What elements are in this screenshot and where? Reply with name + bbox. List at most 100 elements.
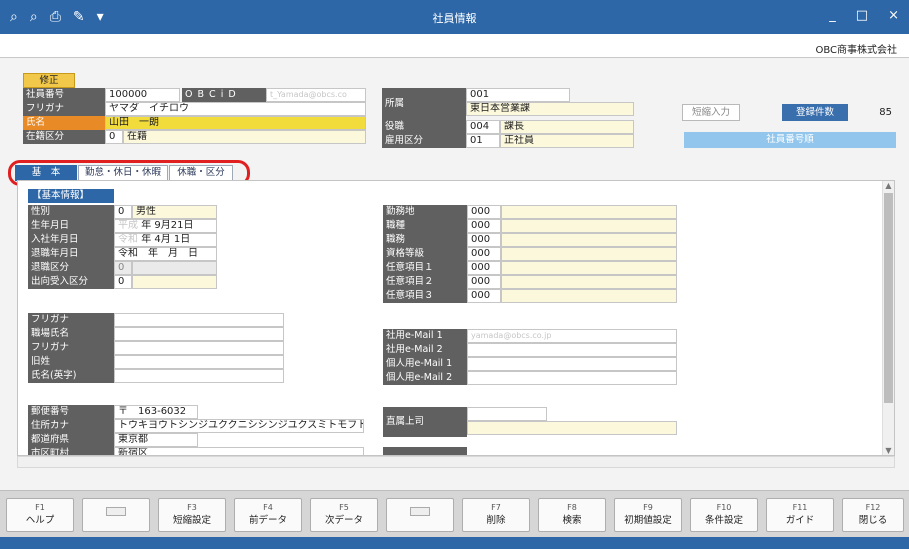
gender-code-field[interactable]: 0 bbox=[114, 205, 132, 219]
f11-guide-button[interactable]: F11 ガイド bbox=[766, 498, 834, 532]
f7-delete-button[interactable]: F7 削除 bbox=[462, 498, 530, 532]
gender-label: 性別 bbox=[28, 205, 114, 219]
birth-era: 平成 bbox=[118, 220, 138, 231]
fkey-code: F3 bbox=[187, 503, 197, 512]
maximize-icon[interactable]: □ bbox=[856, 8, 868, 23]
scroll-down-icon[interactable]: ▼ bbox=[883, 446, 894, 455]
birth-field[interactable]: 平成 年 9月21日 bbox=[114, 219, 217, 233]
obcid-field[interactable]: t_Yamada@obcs.co bbox=[266, 88, 366, 102]
emp-no-label: 社員番号 bbox=[23, 88, 105, 102]
kana-label: フリガナ bbox=[23, 102, 105, 116]
dept-label: 所属 bbox=[382, 88, 466, 120]
fkey-label: 閉じる bbox=[858, 515, 888, 526]
employ-name: 正社員 bbox=[500, 134, 634, 148]
city-field[interactable]: 新宿区 bbox=[114, 447, 364, 455]
duty-label: 職務 bbox=[383, 233, 467, 247]
opt1-label: 任意項目１ bbox=[383, 261, 467, 275]
window-title: 社員情報 bbox=[432, 12, 477, 25]
opt2-field[interactable]: 000 bbox=[467, 275, 501, 289]
city-label: 市区町村 bbox=[28, 447, 114, 455]
job-type-label: 職種 bbox=[383, 219, 467, 233]
transfer-text bbox=[132, 275, 217, 289]
f9-initial-setting-button[interactable]: F9 初期値設定 bbox=[614, 498, 682, 532]
f10-condition-setting-button[interactable]: F10 条件設定 bbox=[690, 498, 758, 532]
f6-blank-button[interactable] bbox=[386, 498, 454, 532]
name-en-field[interactable] bbox=[114, 369, 284, 383]
sort-order-button[interactable]: 社員番号順 bbox=[684, 132, 896, 148]
close-icon[interactable]: × bbox=[888, 8, 899, 23]
employ-code-field[interactable]: 01 bbox=[466, 134, 500, 148]
work-name-field[interactable] bbox=[114, 327, 284, 341]
minimize-icon[interactable]: _ bbox=[829, 8, 836, 23]
boss-code-field[interactable] bbox=[467, 407, 547, 421]
workplace-text bbox=[501, 205, 677, 219]
horizontal-scrollbar[interactable] bbox=[17, 456, 895, 468]
status-code-field[interactable]: 0 bbox=[105, 130, 123, 144]
blank-key-icon bbox=[410, 507, 430, 516]
leave-field[interactable]: 令和 年 月 日 bbox=[114, 247, 217, 261]
pmail2-label: 個人用e-Mail 2 bbox=[383, 371, 467, 385]
kana-field[interactable]: ヤマダ イチロウ bbox=[105, 102, 366, 116]
work-name-label: 職場氏名 bbox=[28, 327, 114, 341]
obcid-label: O B C i D bbox=[182, 88, 266, 102]
pmail1-field[interactable] bbox=[467, 357, 677, 371]
kana2-field[interactable] bbox=[114, 313, 284, 327]
fkey-code: F4 bbox=[263, 503, 273, 512]
f1-help-button[interactable]: F1 ヘルプ bbox=[6, 498, 74, 532]
name-en-label: 氏名(英字) bbox=[28, 369, 114, 383]
duty-text bbox=[501, 233, 677, 247]
grade-field[interactable]: 000 bbox=[467, 247, 501, 261]
short-input-button[interactable]: 短縮入力 bbox=[682, 104, 740, 121]
f3-short-setting-button[interactable]: F3 短縮設定 bbox=[158, 498, 226, 532]
addr-kana-field[interactable]: トウキヨウトシンジユククニシシンジユクスミトモフト bbox=[114, 419, 364, 433]
name-field[interactable]: 山田 一朗 bbox=[105, 116, 366, 130]
old-name-field[interactable] bbox=[114, 355, 284, 369]
fkey-label: ヘルプ bbox=[25, 515, 55, 526]
fkey-label: 初期値設定 bbox=[624, 515, 672, 526]
extra-label bbox=[383, 447, 467, 455]
join-era: 令和 bbox=[118, 234, 138, 245]
opt1-field[interactable]: 000 bbox=[467, 261, 501, 275]
company-bar: OBC商事株式会社 bbox=[0, 34, 909, 58]
tab-leave[interactable]: 休職・区分 bbox=[169, 165, 233, 181]
dept-name: 東日本営業課 bbox=[466, 102, 634, 116]
emp-no-field[interactable]: 100000 bbox=[105, 88, 180, 102]
f2-blank-button[interactable] bbox=[82, 498, 150, 532]
company-name: OBC商事株式会社 bbox=[815, 45, 897, 56]
tab-attendance[interactable]: 勤怠・休日・休暇 bbox=[78, 165, 168, 181]
mail1-label: 社用e-Mail 1 bbox=[383, 329, 467, 343]
dept-code-field[interactable]: 001 bbox=[466, 88, 570, 102]
post-code-field[interactable]: 004 bbox=[466, 120, 500, 134]
job-type-field[interactable]: 000 bbox=[467, 219, 501, 233]
mail1-field[interactable]: yamada@obcs.co.jp bbox=[467, 329, 677, 343]
scroll-up-icon[interactable]: ▲ bbox=[883, 181, 894, 190]
job-type-text bbox=[501, 219, 677, 233]
fkey-code: F7 bbox=[491, 503, 501, 512]
birth-date: 年 9月21日 bbox=[141, 220, 194, 231]
kana3-label: フリガナ bbox=[28, 341, 114, 355]
opt2-text bbox=[501, 275, 677, 289]
pref-field[interactable]: 東京都 bbox=[114, 433, 198, 447]
tab-basic[interactable]: 基 本 bbox=[15, 165, 77, 181]
duty-field[interactable]: 000 bbox=[467, 233, 501, 247]
join-field[interactable]: 令和 年 4月 1日 bbox=[114, 233, 217, 247]
workplace-field[interactable]: 000 bbox=[467, 205, 501, 219]
opt3-field[interactable]: 000 bbox=[467, 289, 501, 303]
f5-next-data-button[interactable]: F5 次データ bbox=[310, 498, 378, 532]
fkey-code: F5 bbox=[339, 503, 349, 512]
mail2-field[interactable] bbox=[467, 343, 677, 357]
zip-label: 郵便番号 bbox=[28, 405, 114, 419]
old-name-label: 旧姓 bbox=[28, 355, 114, 369]
transfer-field[interactable]: 0 bbox=[114, 275, 132, 289]
f12-close-button[interactable]: F12 閉じる bbox=[842, 498, 904, 532]
join-label: 入社年月日 bbox=[28, 233, 114, 247]
zip-field[interactable]: 〒 163-6032 bbox=[114, 405, 198, 419]
f4-prev-data-button[interactable]: F4 前データ bbox=[234, 498, 302, 532]
kana3-field[interactable] bbox=[114, 341, 284, 355]
scroll-thumb[interactable] bbox=[884, 193, 893, 403]
vertical-scrollbar[interactable]: ▲ ▼ bbox=[882, 181, 894, 455]
employ-label: 雇用区分 bbox=[382, 134, 466, 148]
pmail2-field[interactable] bbox=[467, 371, 677, 385]
f8-search-button[interactable]: F8 検索 bbox=[538, 498, 606, 532]
fkey-code: F12 bbox=[865, 503, 881, 512]
